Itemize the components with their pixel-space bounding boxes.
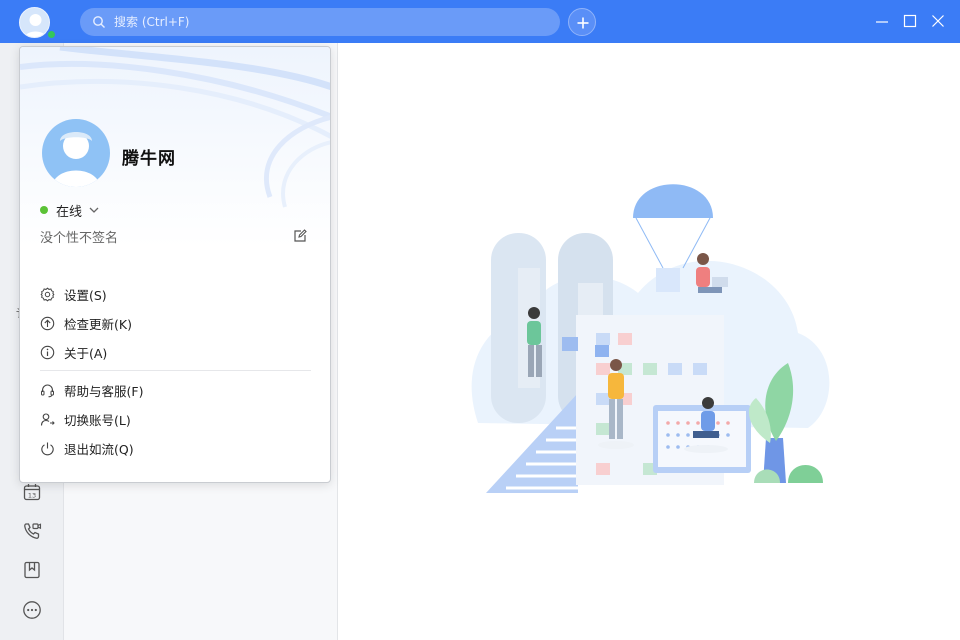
chevron-down-icon (89, 207, 99, 213)
main-content (338, 43, 960, 640)
search-placeholder: 搜索 (Ctrl+F) (114, 15, 190, 29)
maximize-icon[interactable] (902, 13, 918, 29)
empty-state-illustration (471, 184, 830, 493)
online-dot (40, 206, 48, 214)
menu-divider (40, 370, 311, 371)
menu-label-settings: 设置(S) (64, 287, 107, 303)
add-button[interactable] (568, 8, 596, 36)
menu-item-switch-account[interactable]: 切换账号(L) (20, 406, 330, 432)
menu-label-quit: 退出如流(Q) (64, 441, 134, 457)
edit-icon[interactable] (293, 229, 307, 243)
plus-icon (577, 17, 589, 29)
switch-account-icon (40, 412, 55, 426)
more-icon[interactable] (22, 600, 42, 620)
menu-item-about[interactable]: 关于(A) (20, 339, 330, 365)
menu-item-quit[interactable]: 退出如流(Q) (20, 435, 330, 461)
info-icon (40, 345, 55, 359)
close-icon[interactable] (930, 13, 946, 29)
calendar-icon[interactable]: 13 (22, 482, 42, 502)
status-label: 在线 (56, 204, 83, 220)
profile-name: 腾牛网 (122, 149, 176, 169)
status-selector[interactable]: 在线 (40, 201, 100, 220)
search-bar[interactable]: 搜索 (Ctrl+F) (80, 8, 560, 36)
search-icon (93, 16, 105, 28)
power-icon (41, 442, 54, 455)
online-status-dot (46, 29, 57, 40)
menu-item-settings[interactable]: 设置(S) (20, 281, 330, 307)
menu-label-check-update: 检查更新(K) (64, 316, 132, 332)
menu-label-switch-account: 切换账号(L) (64, 412, 131, 428)
menu-item-check-update[interactable]: 检查更新(K) (20, 310, 330, 336)
title-bar: 搜索 (Ctrl+F) (0, 0, 960, 43)
menu-label-help: 帮助与客服(F) (64, 383, 144, 399)
video-call-icon[interactable] (22, 521, 42, 541)
headset-icon (41, 383, 54, 397)
minimize-icon[interactable] (874, 13, 890, 29)
bookmark-icon[interactable] (22, 560, 42, 580)
profile-avatar[interactable] (42, 119, 110, 187)
menu-label-about: 关于(A) (64, 345, 108, 361)
signature-text[interactable]: 没个性不签名 (40, 227, 118, 246)
calendar-day: 13 (28, 492, 36, 500)
menu-item-help[interactable]: 帮助与客服(F) (20, 377, 330, 403)
update-icon (40, 316, 55, 330)
profile-popup: 腾牛网 在线 没个性不签名 设置(S) 检查更新(K) 关于(A) 帮助与客服(… (19, 46, 331, 483)
gear-icon (40, 287, 55, 301)
